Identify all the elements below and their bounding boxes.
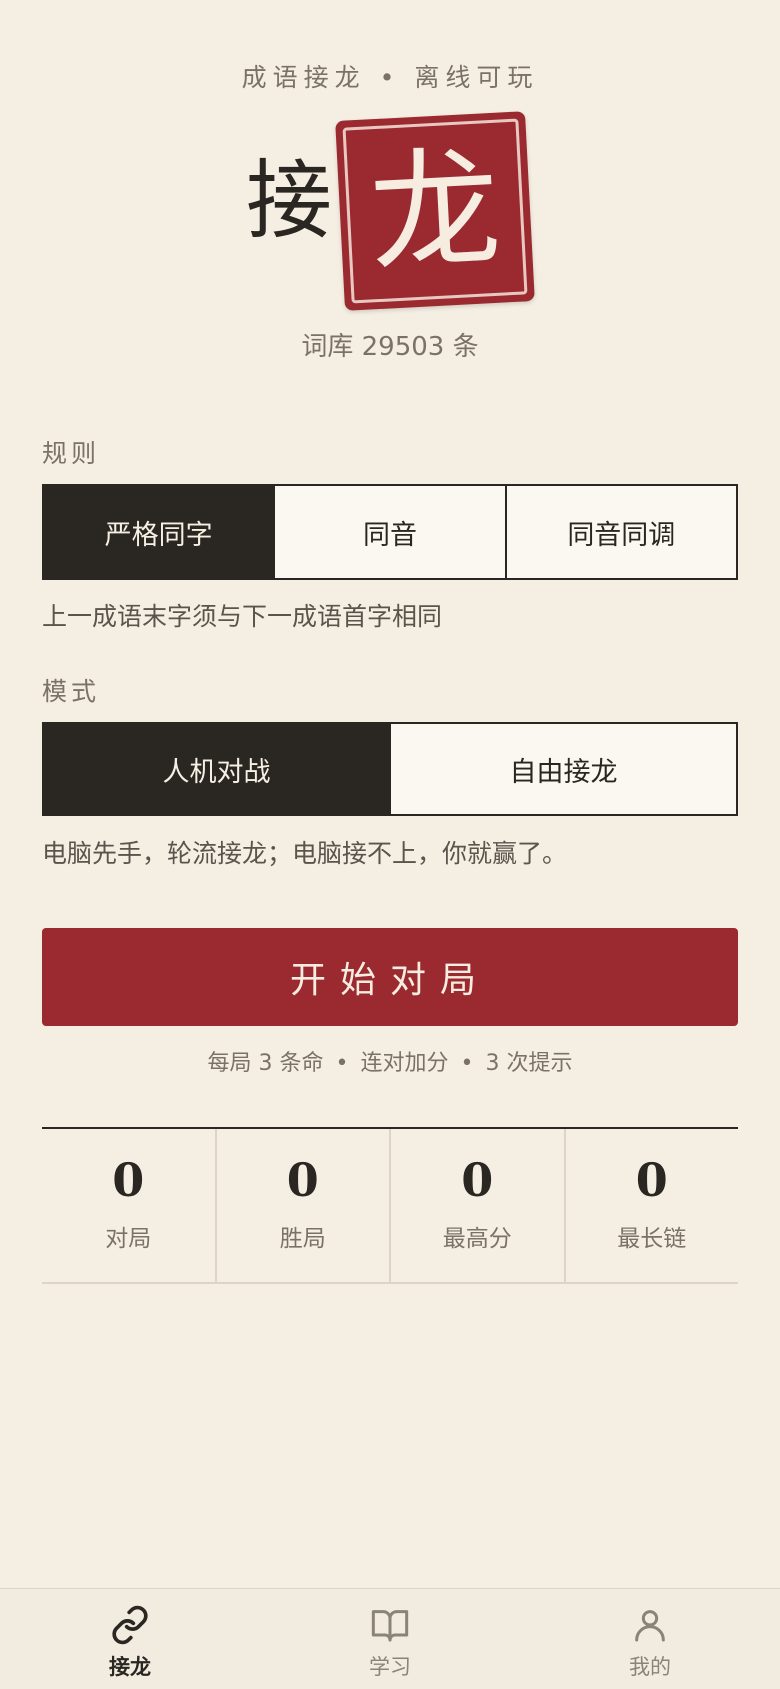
hint-separator: • [335,1051,349,1076]
tab-chain[interactable]: 接龙 [0,1589,260,1689]
stat-value: 0 [635,1153,668,1207]
bottom-tab-bar: 接龙 学习 我的 [0,1588,780,1689]
stat-value: 0 [461,1153,494,1207]
mode-label: 模式 [42,677,101,706]
hint-separator: • [460,1051,474,1076]
user-icon [635,1610,665,1642]
rules-description: 上一成语末字须与下一成语首字相同 [42,602,443,631]
rule-option-homophone[interactable]: 同音 [273,486,505,578]
hint-tips: 3 次提示 [485,1051,573,1076]
game-hints: 每局 3 条命 • 连对加分 • 3 次提示 [0,1045,780,1077]
rules-segmented-control: 严格同字 同音 同音同调 [42,484,738,580]
tab-learn[interactable]: 学习 [260,1589,520,1689]
mode-description: 电脑先手，轮流接龙；电脑接不上，你就赢了。 [42,839,568,868]
rule-option-strict[interactable]: 严格同字 [44,486,274,578]
stat-value: 0 [286,1153,319,1207]
stat-label: 最高分 [442,1226,512,1252]
rules-label: 规则 [42,439,101,468]
stat-value: 0 [112,1153,145,1207]
mode-option-vs-computer[interactable]: 人机对战 [44,724,389,814]
stats-panel: 0 对局 0 胜局 0 最高分 0 最长链 [42,1127,738,1284]
stat-high-score: 0 最高分 [389,1129,564,1282]
tab-label: 我的 [629,1655,671,1679]
stat-longest-chain: 0 最长链 [563,1129,739,1282]
book-icon [371,1610,409,1642]
tab-profile[interactable]: 我的 [520,1589,780,1689]
stat-wins: 0 胜局 [214,1129,390,1282]
tagline-right: 离线可玩 [414,63,539,92]
hint-lives: 每局 3 条命 [207,1051,324,1076]
app-tagline: 成语接龙 • 离线可玩 [0,58,780,94]
mode-option-free[interactable]: 自由接龙 [389,724,736,814]
hint-bonus: 连对加分 [360,1051,449,1076]
dictionary-count: 词库 29503 条 [301,332,479,362]
mode-segmented-control: 人机对战 自由接龙 [42,722,738,816]
seal-logo: 龙 [335,111,535,311]
tagline-left: 成语接龙 [241,63,366,92]
tab-label: 接龙 [109,1655,151,1679]
stat-label: 胜局 [279,1226,326,1252]
stat-games: 0 对局 [42,1129,215,1282]
stat-label: 对局 [105,1226,152,1252]
tab-label: 学习 [369,1655,411,1679]
link-icon [112,1605,148,1645]
tagline-dot: • [379,63,401,92]
title-char: 接 [246,151,332,251]
start-game-button[interactable]: 开始对局 [42,928,738,1026]
stat-label: 最长链 [617,1226,687,1252]
rule-option-homophone-tone[interactable]: 同音同调 [504,486,736,578]
seal-char: 龙 [366,131,504,291]
